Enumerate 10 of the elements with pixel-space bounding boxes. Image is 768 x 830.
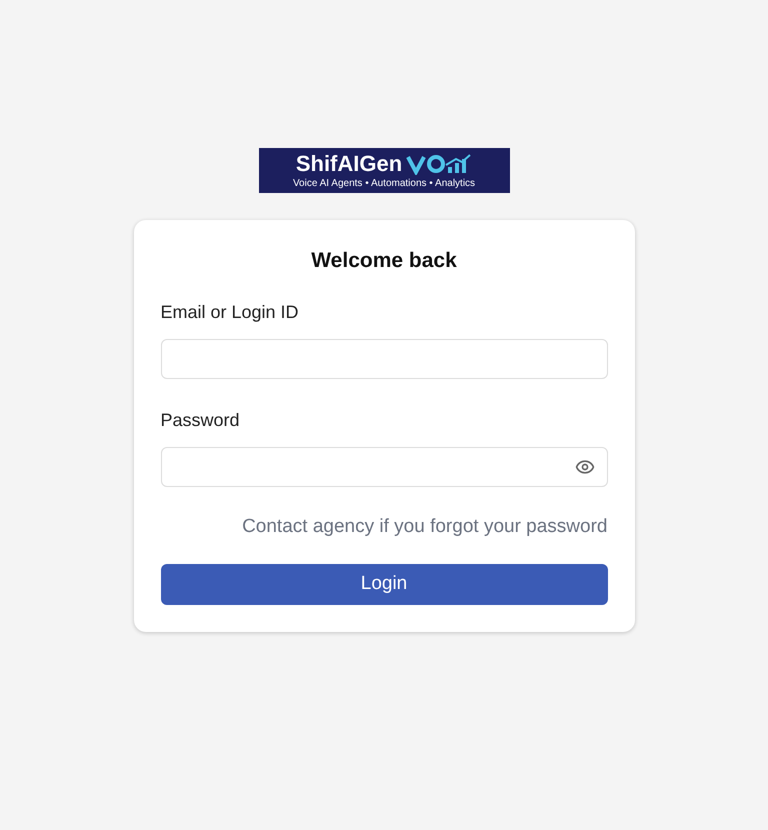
field-label: Password	[160, 411, 241, 429]
logo-tagline: Voice AI Agents • Automations • Analytics	[292, 178, 476, 188]
password-field[interactable]	[160, 447, 608, 487]
field-label: Email or Login ID	[160, 303, 300, 321]
help-text: Contact agency if you forgot your password	[242, 517, 608, 536]
card-title: Welcome back	[310, 250, 458, 271]
email-field[interactable]	[160, 339, 608, 379]
login-button[interactable]: Login	[160, 564, 608, 605]
logo-name: ShifAIGen	[296, 152, 402, 174]
gear-chart-icon	[406, 152, 472, 174]
